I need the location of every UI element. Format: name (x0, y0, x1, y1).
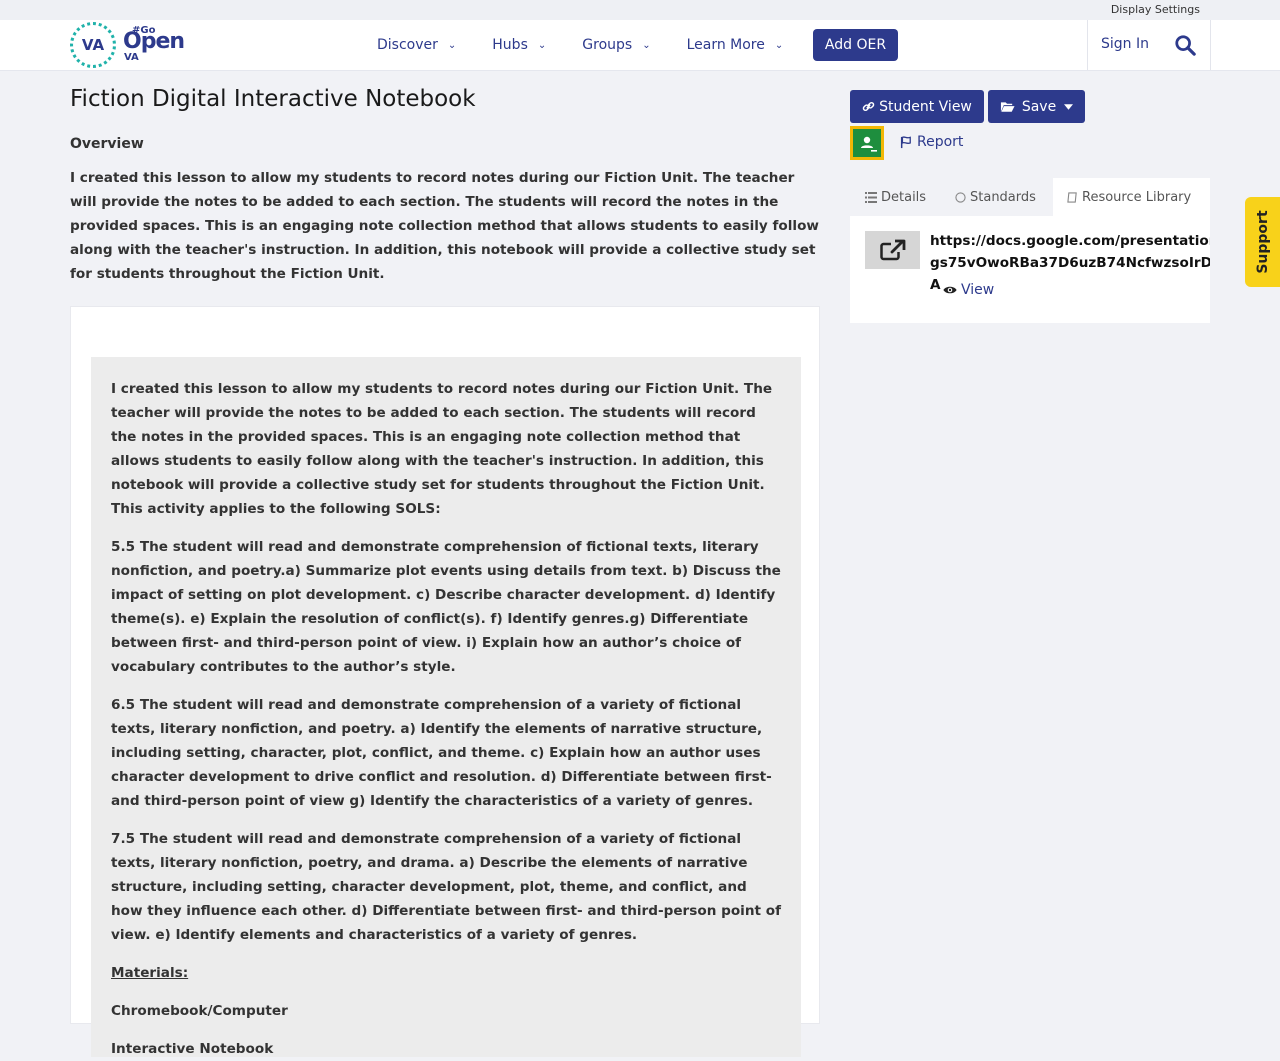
save-button[interactable]: Save (988, 90, 1085, 123)
book-icon (1067, 191, 1077, 203)
tab-resource-library[interactable]: Resource Library (1053, 178, 1210, 216)
list-icon (865, 191, 877, 203)
materials-heading: Materials: (111, 965, 189, 981)
description-paragraph: 6.5 The student will read and demonstrat… (111, 697, 772, 809)
nav-hubs[interactable]: Hubs ⌄ (492, 37, 546, 53)
report-link[interactable]: Report (900, 134, 963, 150)
link-icon (862, 101, 875, 112)
overview-heading: Overview (70, 136, 144, 152)
tab-standards-label: Standards (970, 189, 1036, 205)
material-item: Interactive Notebook (111, 1041, 274, 1057)
resource-tabs: Details Standards Resource Library (850, 178, 1210, 216)
resource-library-panel: https://docs.google.com/presentation/d/1… (850, 216, 1210, 323)
flag-icon (900, 135, 911, 148)
view-label: View (961, 282, 995, 298)
utility-bar: Display Settings (0, 0, 1280, 20)
google-classroom-share-button[interactable] (850, 126, 884, 160)
resource-description: I created this lesson to allow my studen… (91, 357, 801, 1057)
tab-details[interactable]: Details (865, 178, 926, 216)
sign-in-link[interactable]: Sign In (1101, 36, 1149, 52)
support-label: Support (1254, 210, 1271, 274)
resource-content-card: I created this lesson to allow my studen… (70, 306, 820, 1057)
description-paragraph: 5.5 The student will read and demonstrat… (111, 539, 781, 675)
open-resource-button[interactable] (865, 231, 920, 269)
eye-icon (943, 286, 957, 294)
description-paragraph: 7.5 The student will read and demonstrat… (111, 831, 781, 943)
description-paragraph: I created this lesson to allow my studen… (111, 381, 773, 517)
add-oer-button[interactable]: Add OER (813, 29, 898, 61)
external-link-icon (879, 239, 905, 261)
logo-va-badge: VA (70, 22, 116, 68)
nav-discover[interactable]: Discover ⌄ (377, 37, 456, 53)
chevron-down-icon: ⌄ (447, 39, 457, 51)
nav-learn-more-label: Learn More (686, 37, 765, 53)
chevron-down-icon: ⌄ (774, 39, 784, 51)
logo-open-text: Open (123, 29, 185, 54)
nav-learn-more[interactable]: Learn More ⌄ (687, 37, 784, 53)
material-item: Chromebook/Computer (111, 1003, 288, 1019)
site-header: VA #Go Open VA Discover ⌄ Hubs ⌄ Groups … (0, 20, 1280, 71)
nav-discover-label: Discover (377, 37, 438, 53)
view-resource-link[interactable]: View (943, 282, 994, 298)
tab-details-label: Details (881, 189, 927, 205)
save-label: Save (1021, 98, 1057, 115)
search-icon[interactable] (1174, 34, 1196, 56)
page-title: Fiction Digital Interactive Notebook (70, 86, 476, 112)
account-area: Sign In (1087, 20, 1211, 70)
nav-groups-label: Groups (582, 37, 633, 53)
folder-open-icon (1000, 101, 1015, 112)
caret-down-icon (1064, 103, 1074, 110)
main-nav: Discover ⌄ Hubs ⌄ Groups ⌄ Learn More ⌄ (377, 20, 783, 70)
nav-hubs-label: Hubs (492, 37, 528, 53)
overview-text: I created this lesson to allow my studen… (70, 170, 819, 282)
classroom-people-icon (861, 136, 877, 152)
tab-resource-library-label: Resource Library (1082, 189, 1192, 205)
student-view-button[interactable]: Student View (850, 90, 984, 123)
goopen-va-logo[interactable]: VA #Go Open VA (70, 20, 185, 70)
google-classroom-icon (853, 129, 881, 157)
circle-icon (955, 191, 966, 203)
chevron-down-icon: ⌄ (642, 39, 651, 51)
nav-groups[interactable]: Groups ⌄ (582, 37, 650, 53)
student-view-label: Student View (879, 98, 972, 115)
display-settings-link[interactable]: Display Settings (1111, 3, 1200, 16)
tab-standards[interactable]: Standards (955, 178, 1036, 216)
chevron-down-icon: ⌄ (537, 39, 547, 51)
report-label: Report (917, 134, 964, 150)
logo-va-small-text: VA (124, 52, 139, 63)
support-button[interactable]: Support (1245, 197, 1280, 287)
